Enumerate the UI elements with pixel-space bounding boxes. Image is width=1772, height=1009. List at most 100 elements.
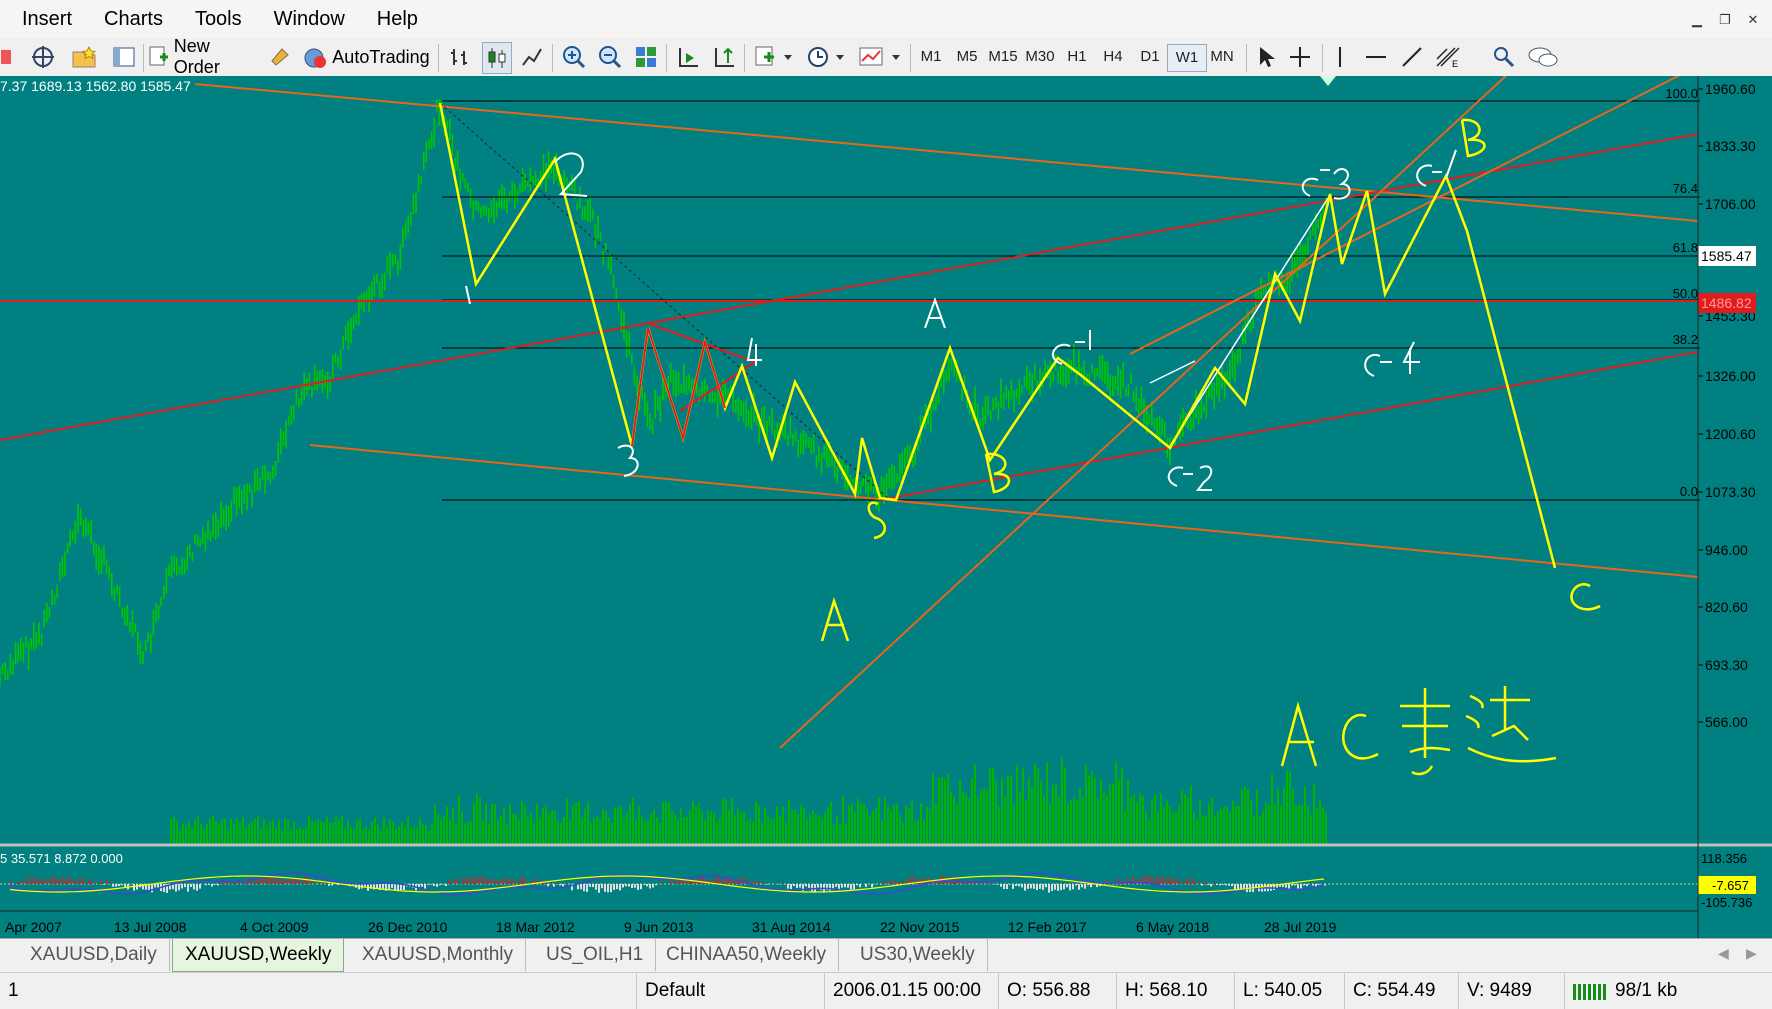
timeframe-m15[interactable]: M15: [984, 44, 1022, 70]
favorites-icon[interactable]: [68, 42, 100, 72]
zoom-in-icon[interactable]: [560, 42, 588, 72]
tile-windows-icon[interactable]: [632, 42, 660, 72]
volume-bar: [677, 819, 679, 844]
volume-bar: [806, 819, 808, 844]
indicator-bar: [97, 883, 99, 884]
volume-bar: [1094, 777, 1096, 844]
chart-shift-icon[interactable]: [710, 42, 738, 72]
cursor-icon[interactable]: [1252, 42, 1280, 72]
crosshair-icon[interactable]: [1286, 42, 1314, 72]
data-window-icon[interactable]: [110, 42, 138, 72]
volume-bar: [1325, 813, 1327, 844]
autotrading-button[interactable]: AutoTrading: [300, 42, 432, 72]
auto-scroll-icon[interactable]: [674, 42, 702, 72]
volume-bar: [335, 816, 337, 844]
indicator-bar: [1207, 884, 1209, 885]
indicator-bar: [1015, 884, 1017, 886]
volume-bar: [911, 801, 913, 844]
volume-bar: [1175, 811, 1177, 844]
indicator-bar: [892, 881, 894, 885]
vertical-line-icon[interactable]: [1328, 42, 1352, 72]
volume-bars: [170, 757, 1327, 844]
volume-bar: [1061, 757, 1063, 844]
line-chart-icon[interactable]: [518, 42, 546, 72]
volume-bar: [710, 811, 712, 844]
date-tick-label: 13 Jul 2008: [114, 919, 187, 935]
price-chart[interactable]: 100.0 76.4 61.8 50.0 38.2 0.0: [0, 76, 1772, 940]
timeframe-d1[interactable]: D1: [1131, 44, 1169, 70]
volume-bar: [704, 820, 706, 844]
horizontal-line-icon[interactable]: [1362, 42, 1390, 72]
volume-bar: [965, 793, 967, 844]
timeframe-h4[interactable]: H4: [1094, 44, 1132, 70]
indicator-bar: [1057, 884, 1059, 891]
indicator-bar: [1213, 882, 1215, 884]
indicator-bar: [805, 884, 807, 886]
indicator-bar: [631, 884, 633, 888]
period-marker-icon: [1320, 76, 1336, 86]
volume-bar: [314, 821, 316, 844]
indicator-bar: [133, 884, 135, 891]
timeframe-mn[interactable]: MN: [1203, 44, 1241, 70]
volume-bar: [590, 823, 592, 844]
volume-bar: [941, 777, 943, 844]
tab-xauusd-monthly[interactable]: XAUUSD,Monthly: [350, 939, 526, 971]
periods-dropdown[interactable]: [804, 42, 848, 72]
indicator-bar: [730, 880, 732, 884]
chat-icon[interactable]: [1526, 42, 1560, 72]
new-chart-icon[interactable]: [0, 42, 14, 72]
volume-bar: [1115, 762, 1117, 845]
metaeditor-icon[interactable]: [266, 42, 294, 72]
indicator-bar: [721, 880, 723, 884]
volume-bar: [1286, 771, 1288, 845]
indicator-bar: [10, 881, 12, 884]
new-order-button[interactable]: New Order: [148, 42, 260, 72]
timeframe-h1[interactable]: H1: [1058, 44, 1096, 70]
toolbar: New Order AutoTrading M1 M5 M15 M30 H1 H…: [0, 38, 1772, 77]
volume-bar: [1037, 769, 1039, 844]
candlestick-icon[interactable]: [482, 42, 512, 74]
tab-xauusd-weekly[interactable]: XAUUSD,Weekly: [172, 939, 344, 972]
volume-bar: [1040, 781, 1042, 844]
fibonacci-icon[interactable]: E: [1432, 42, 1462, 72]
trendline-icon[interactable]: [1398, 42, 1426, 72]
tab-us30-weekly[interactable]: US30,Weekly: [848, 939, 988, 971]
volume-bar: [1022, 769, 1024, 844]
indicator-bar: [550, 883, 552, 884]
volume-bar: [875, 808, 877, 845]
templates-dropdown[interactable]: [856, 42, 904, 72]
menu-charts[interactable]: Charts: [88, 0, 179, 38]
timeframe-m5[interactable]: M5: [948, 44, 986, 70]
tab-chinaa50-weekly[interactable]: CHINAA50,Weekly: [654, 939, 839, 971]
search-icon[interactable]: [1490, 42, 1518, 72]
menu-insert[interactable]: Insert: [0, 0, 88, 38]
menu-window[interactable]: Window: [258, 0, 361, 38]
zoom-out-icon[interactable]: [596, 42, 624, 72]
volume-bar: [269, 821, 271, 844]
volume-bar: [1217, 811, 1219, 844]
menu-help[interactable]: Help: [361, 0, 434, 38]
indicator-bar: [217, 884, 219, 885]
indicator-bar: [106, 881, 108, 884]
restore-icon[interactable]: ❐: [1714, 10, 1736, 30]
indicators-dropdown[interactable]: [752, 42, 796, 72]
indicator-bar: [388, 884, 390, 890]
tab-scroll-left-icon[interactable]: ◀: [1718, 945, 1729, 962]
tab-us-oil-h1[interactable]: US_OIL,H1: [534, 939, 656, 971]
indicator-bar: [637, 884, 639, 890]
menu-tools[interactable]: Tools: [179, 0, 258, 38]
timeframe-m1[interactable]: M1: [912, 44, 950, 70]
volume-bar: [266, 825, 268, 844]
volume-bar: [626, 813, 628, 844]
tab-xauusd-daily[interactable]: XAUUSD,Daily: [18, 939, 170, 971]
bar-chart-icon[interactable]: [446, 42, 474, 72]
minimize-icon[interactable]: ▁: [1686, 10, 1708, 30]
timeframe-m30[interactable]: M30: [1021, 44, 1059, 70]
timeframe-w1[interactable]: W1: [1167, 44, 1207, 72]
close-icon[interactable]: ✕: [1742, 10, 1764, 30]
indicator-bar: [421, 884, 423, 887]
fib-level-38: 38.2: [1673, 332, 1698, 347]
tab-scroll-right-icon[interactable]: ▶: [1746, 945, 1757, 962]
navigator-icon[interactable]: [28, 42, 58, 72]
volume-bar: [170, 819, 172, 844]
